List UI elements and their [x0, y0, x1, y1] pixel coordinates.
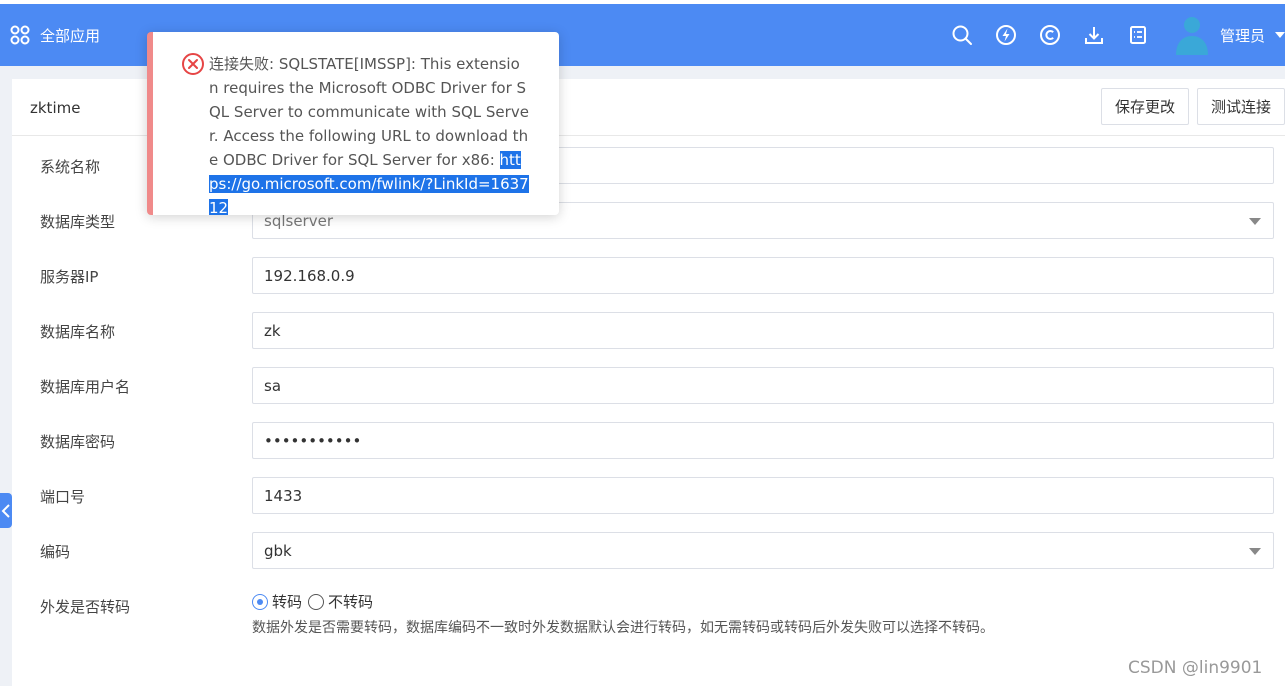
encoding-label: 编码	[40, 543, 71, 561]
error-text: 连接失败: SQLSTATE[IMSSP]: This extension re…	[209, 55, 529, 169]
caret-down-icon	[1275, 32, 1285, 38]
download-icon	[1085, 27, 1103, 44]
form-row-transcode: 外发是否转码 转码 不转码 数据外发是否需要转码，数据库编码不一致时外发数据默认…	[40, 587, 1274, 657]
copyright-button[interactable]	[1028, 13, 1072, 57]
transcode-radio-group: 转码 不转码	[252, 591, 379, 612]
radio-transcode[interactable]: 转码	[252, 591, 302, 612]
radio-transcode-label: 转码	[272, 593, 303, 611]
avatar	[1176, 17, 1208, 55]
panel-title: zktime	[30, 99, 81, 117]
radio-checked-icon	[252, 593, 268, 610]
transcode-label: 外发是否转码	[40, 598, 131, 616]
server-ip-label: 服务器IP	[40, 268, 99, 286]
watermark: CSDN @lin9901	[1128, 658, 1263, 678]
dropdown-arrow-icon	[1249, 218, 1261, 225]
transcode-hint: 数据外发是否需要转码，数据库编码不一致时外发数据默认会进行转码，如无需转码或转码…	[252, 620, 994, 636]
db-password-input[interactable]: •••••••••••	[252, 422, 1274, 459]
chevron-left-icon	[1, 503, 10, 518]
toolbar-icons	[940, 4, 1160, 66]
error-toast: 连接失败: SQLSTATE[IMSSP]: This extension re…	[147, 32, 559, 215]
user-menu[interactable]: 管理员	[1172, 4, 1285, 66]
user-name: 管理员	[1220, 26, 1266, 45]
port-input[interactable]: 1433	[252, 477, 1274, 514]
test-connection-button[interactable]: 测试连接	[1197, 88, 1285, 125]
form-row-db-name: 数据库名称 zk	[40, 312, 1274, 349]
error-message: 连接失败: SQLSTATE[IMSSP]: This extension re…	[209, 52, 529, 215]
search-icon	[952, 25, 972, 45]
db-user-label: 数据库用户名	[40, 378, 131, 396]
encoding-value: gbk	[264, 541, 292, 560]
port-label: 端口号	[40, 488, 86, 506]
form-row-db-password: 数据库密码 •••••••••••	[40, 422, 1274, 459]
server-ip-input[interactable]: 192.168.0.9	[252, 257, 1274, 294]
db-type-label: 数据库类型	[40, 213, 116, 231]
tasks-button[interactable]	[1116, 13, 1160, 57]
copyright-icon	[1040, 25, 1060, 45]
form-row-server-ip: 服务器IP 192.168.0.9	[40, 257, 1274, 294]
apps-grid-icon	[10, 25, 30, 45]
db-name-label: 数据库名称	[40, 323, 116, 341]
quick-action-button[interactable]	[984, 13, 1028, 57]
all-apps-label: 全部应用	[40, 26, 101, 45]
radio-unchecked-icon	[308, 593, 325, 610]
db-name-input[interactable]: zk	[252, 312, 1274, 349]
encoding-select[interactable]: gbk	[252, 532, 1274, 569]
form-row-db-user: 数据库用户名 sa	[40, 367, 1274, 404]
form-row-encoding: 编码 gbk	[40, 532, 1274, 569]
search-button[interactable]	[940, 13, 984, 57]
error-circle-icon	[182, 53, 204, 75]
lightning-icon	[996, 25, 1016, 45]
radio-no-transcode[interactable]: 不转码	[308, 591, 373, 612]
save-changes-button[interactable]: 保存更改	[1101, 88, 1189, 125]
system-name-label: 系统名称	[40, 158, 101, 176]
db-user-input[interactable]: sa	[252, 367, 1274, 404]
dropdown-arrow-icon	[1249, 548, 1261, 555]
form-row-port: 端口号 1433	[40, 477, 1274, 514]
all-apps-menu[interactable]: 全部应用	[10, 4, 100, 66]
db-password-label: 数据库密码	[40, 433, 116, 451]
checklist-icon	[1130, 26, 1146, 44]
radio-no-transcode-label: 不转码	[328, 593, 374, 611]
download-button[interactable]	[1072, 13, 1116, 57]
sidebar-collapse-button[interactable]	[0, 493, 12, 528]
